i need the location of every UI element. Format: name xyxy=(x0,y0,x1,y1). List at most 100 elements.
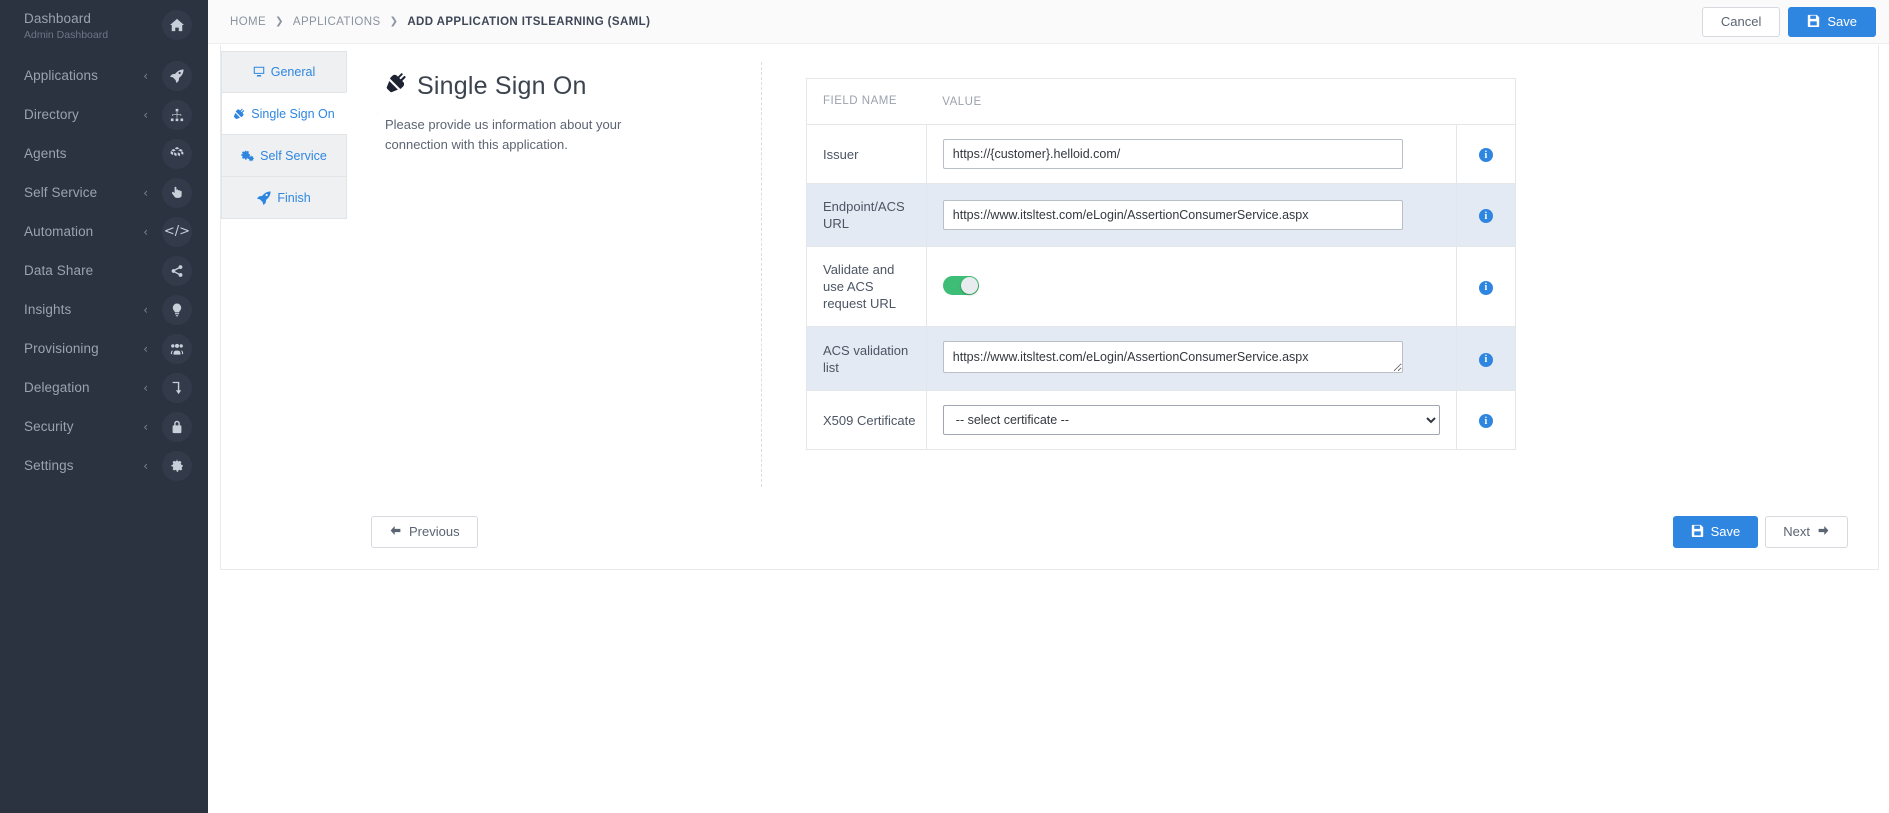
sidebar-item-self-service[interactable]: Self Service ‹ xyxy=(0,173,208,212)
next-button[interactable]: Next xyxy=(1765,515,1848,548)
info-circle-icon[interactable]: i xyxy=(1478,352,1493,367)
breadcrumb-item-home[interactable]: HOME xyxy=(230,16,266,28)
field-name-cell: ACS validation list xyxy=(806,326,927,391)
sidebar-item-dashboard[interactable]: DashboardAdmin Dashboard‹ xyxy=(0,0,208,56)
sidebar-item-label: Insights xyxy=(24,302,72,317)
toggle-knob xyxy=(960,276,978,294)
plug-icon xyxy=(233,108,245,120)
chevron-left-icon: ‹ xyxy=(143,380,148,395)
sidebar-item-label: Provisioning xyxy=(24,341,99,356)
rocket-icon xyxy=(257,190,271,205)
wizard-step-single-sign-on[interactable]: Single Sign On xyxy=(221,93,347,135)
topbar: HOME ❯ APPLICATIONS ❯ ADD APPLICATION IT… xyxy=(208,0,1889,44)
sidebar-item-labels: Security xyxy=(24,418,143,435)
acs-validation-list-textarea[interactable] xyxy=(942,341,1403,373)
desktop-icon xyxy=(253,66,265,78)
sitemap-icon xyxy=(162,99,192,130)
sidebar-item-automation[interactable]: Automation ‹ </> xyxy=(0,212,208,251)
sidebar-item-label: Agents xyxy=(24,146,67,161)
fields-table-head: FIELD NAME VALUE xyxy=(806,78,1516,125)
sidebar-item-provisioning[interactable]: Provisioning ‹ xyxy=(0,329,208,368)
home-icon xyxy=(162,10,192,40)
field-value-cell xyxy=(926,326,1457,391)
sidebar-item-insights[interactable]: Insights ‹ xyxy=(0,290,208,329)
wizard-step-label: Single Sign On xyxy=(251,106,335,121)
breadcrumb-separator-icon: ❯ xyxy=(275,16,284,27)
chevron-left-icon: ‹ xyxy=(143,68,148,83)
endpoint-acs-url-input[interactable] xyxy=(942,200,1403,230)
sidebar-item-label: Settings xyxy=(24,458,74,473)
wizard-step-label: General xyxy=(270,65,316,79)
field-name-cell: X509 Certificate xyxy=(806,390,927,450)
table-row: Endpoint/ACS URL i xyxy=(806,183,1516,247)
table-row: Issuer i xyxy=(806,124,1516,184)
chevron-left-icon: ‹ xyxy=(143,341,148,356)
sidebar-item-security[interactable]: Security ‹ xyxy=(0,407,208,446)
field-value-cell xyxy=(926,183,1457,247)
sidebar-item-label: Directory xyxy=(24,107,79,122)
footer-save-button-label: Save xyxy=(1710,524,1741,539)
sidebar-item-applications[interactable]: Applications ‹ xyxy=(0,56,208,95)
previous-button[interactable]: Previous xyxy=(371,515,478,548)
wizard-step-finish[interactable]: Finish xyxy=(221,177,347,219)
fields-table-wrapper: FIELD NAME VALUE IssueriEndpoint/ACS URL… xyxy=(806,78,1516,450)
info-cell: i xyxy=(1456,124,1516,184)
sidebar-item-settings[interactable]: Settings ‹ xyxy=(0,446,208,485)
validate-and-use-acs-request-url-toggle[interactable] xyxy=(942,275,979,295)
sidebar-item-label: Dashboard xyxy=(24,11,91,26)
info-cell: i xyxy=(1456,246,1516,327)
field-name-cell: Issuer xyxy=(806,124,927,184)
sidebar-item-label: Security xyxy=(24,419,74,434)
sidebar-item-label: Applications xyxy=(24,68,98,83)
table-row: Validate and use ACS request URL i xyxy=(806,246,1516,327)
vertical-divider xyxy=(761,62,762,487)
chevron-left-icon: ‹ xyxy=(143,419,148,434)
plug-icon xyxy=(385,72,407,101)
info-cell: i xyxy=(1456,183,1516,247)
users-icon xyxy=(162,333,192,364)
table-header-row: FIELD NAME VALUE xyxy=(806,78,1516,125)
sidebar-item-labels: Dashboard Admin Dashboard xyxy=(24,10,143,42)
wizard-step-self-service[interactable]: Self Service xyxy=(221,135,347,177)
topbar-actions: Cancel Save xyxy=(1701,6,1876,37)
save-button-label: Save xyxy=(1827,14,1857,29)
wizard-step-label: Self Service xyxy=(260,148,327,163)
chevron-left-icon: ‹ xyxy=(143,185,148,200)
chevron-left-icon: ‹ xyxy=(143,224,148,239)
wizard-panel: General Single Sign On Self Service Finish … xyxy=(220,45,1879,570)
floppy-disk-icon xyxy=(1691,524,1704,540)
sidebar-item-agents[interactable]: Agents‹ xyxy=(0,134,208,173)
fields-table: FIELD NAME VALUE IssueriEndpoint/ACS URL… xyxy=(806,78,1516,450)
field-name-cell: Endpoint/ACS URL xyxy=(806,183,927,247)
sidebar-item-subtitle: Admin Dashboard xyxy=(24,29,109,41)
share-icon xyxy=(162,255,192,286)
x509-certificate-select[interactable]: -- select certificate -- xyxy=(942,405,1440,435)
chevron-left-icon: ‹ xyxy=(143,458,148,473)
table-row: ACS validation list i xyxy=(806,326,1516,391)
info-circle-icon[interactable]: i xyxy=(1478,148,1493,163)
wizard-step-general[interactable]: General xyxy=(221,51,347,93)
code-icon: </> xyxy=(162,216,192,247)
sidebar-item-delegation[interactable]: Delegation ‹ xyxy=(0,368,208,407)
cogs-icon xyxy=(241,149,255,162)
wizard-step-label: Finish xyxy=(277,190,311,205)
info-circle-icon[interactable]: i xyxy=(1478,414,1493,429)
fields-table-body: IssueriEndpoint/ACS URLiValidate and use… xyxy=(806,124,1516,450)
sidebar-item-labels: Insights xyxy=(24,301,143,318)
sidebar-item-directory[interactable]: Directory ‹ xyxy=(0,95,208,134)
sidebar-item-labels: Provisioning xyxy=(24,340,143,357)
cubes-icon xyxy=(162,138,192,169)
save-button[interactable]: Save xyxy=(1788,6,1876,37)
breadcrumb-item-applications[interactable]: APPLICATIONS xyxy=(293,16,381,28)
footer-save-button[interactable]: Save xyxy=(1672,515,1759,548)
sidebar-item-label: Delegation xyxy=(24,380,90,395)
issuer-input[interactable] xyxy=(942,139,1403,169)
field-name-cell: Validate and use ACS request URL xyxy=(806,246,927,327)
breadcrumb-item-current: ADD APPLICATION ITSLEARNING (SAML) xyxy=(407,15,651,28)
sidebar-item-label: Automation xyxy=(24,224,94,239)
info-circle-icon[interactable]: i xyxy=(1478,209,1493,224)
cancel-button[interactable]: Cancel xyxy=(1701,6,1781,37)
info-circle-icon[interactable]: i xyxy=(1478,280,1493,295)
sidebar-item-data-share[interactable]: Data Share‹ xyxy=(0,251,208,290)
lightbulb-icon xyxy=(162,294,192,325)
